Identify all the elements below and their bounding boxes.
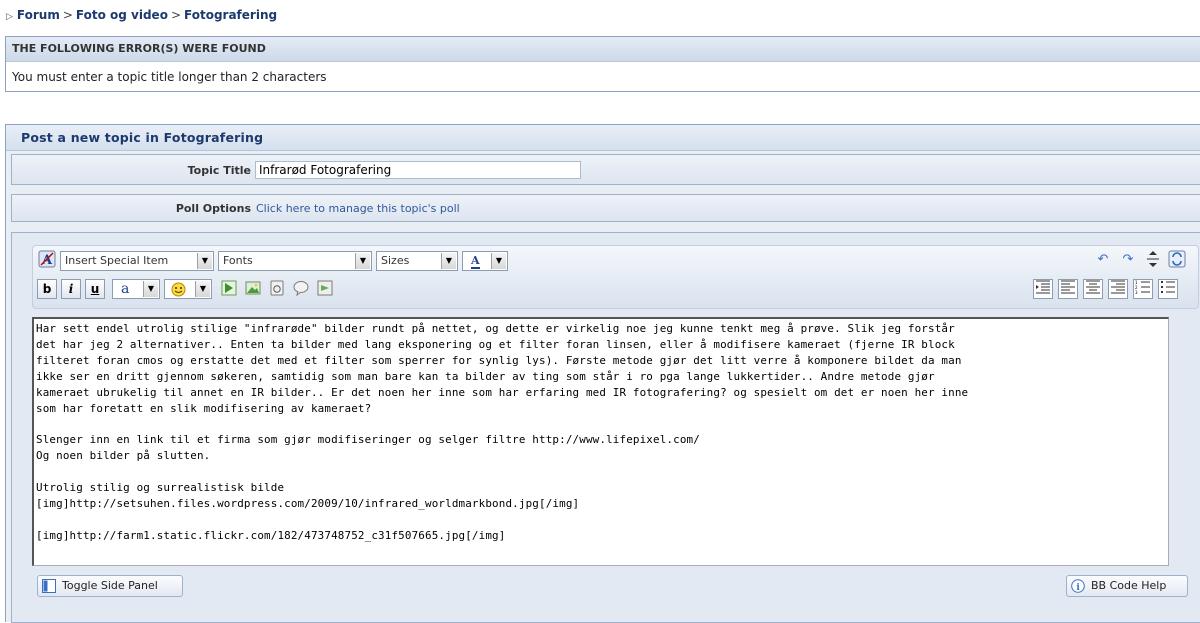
switch-editor-icon[interactable]: [1167, 250, 1187, 270]
sizes-value: Sizes: [381, 254, 410, 267]
panel-icon: [42, 579, 56, 593]
info-icon: i: [1071, 579, 1085, 593]
chevron-down-icon: ▼: [355, 253, 370, 269]
error-message: You must enter a topic title longer than…: [12, 70, 327, 84]
emoticon-select[interactable]: ▼: [164, 279, 212, 299]
redo-icon[interactable]: ↷: [1118, 250, 1138, 270]
breadcrumb-separator: >: [62, 8, 73, 22]
font-color-glyph: A: [471, 254, 480, 269]
breadcrumb: ▷ Forum > Foto og video > Fotografering: [6, 8, 277, 22]
chevron-down-icon: ▼: [441, 253, 456, 269]
numbered-list-icon[interactable]: 123: [1133, 279, 1153, 299]
resize-icon[interactable]: [1143, 250, 1163, 270]
manage-poll-link[interactable]: Click here to manage this topic's poll: [256, 202, 460, 215]
text-style-select[interactable]: a ▼: [112, 279, 160, 299]
breadcrumb-separator: >: [170, 8, 182, 22]
editor-toolbar: A Insert Special Item ▼ Fonts ▼ Sizes ▼ A ▼ …: [32, 245, 1199, 309]
insert-special-item-select[interactable]: Insert Special Item ▼: [60, 251, 214, 271]
chevron-down-icon: ▼: [197, 253, 212, 269]
insert-link-icon[interactable]: [219, 279, 239, 299]
font-color-select[interactable]: A ▼: [462, 251, 508, 271]
toggle-side-panel-label: Toggle Side Panel: [62, 579, 158, 592]
align-right-icon[interactable]: [1108, 279, 1128, 299]
breadcrumb-forum-link[interactable]: Forum: [17, 8, 60, 22]
svg-text:i: i: [1076, 583, 1080, 593]
align-left-icon[interactable]: [1058, 279, 1078, 299]
topic-title-input[interactable]: [255, 161, 581, 179]
bold-button[interactable]: b: [37, 279, 57, 299]
fonts-value: Fonts: [223, 254, 253, 267]
align-center-icon[interactable]: [1083, 279, 1103, 299]
post-editor: A Insert Special Item ▼ Fonts ▼ Sizes ▼ A ▼ …: [11, 232, 1200, 623]
underline-button[interactable]: u: [85, 279, 105, 299]
breadcrumb-foto-video-link[interactable]: Foto og video: [76, 8, 168, 22]
special-item-value: Insert Special Item: [65, 254, 169, 267]
svg-text:3: 3: [1135, 290, 1138, 294]
topic-title-label: Topic Title: [187, 164, 251, 177]
poll-options-row: Poll Options Click here to manage this t…: [11, 194, 1200, 222]
bb-code-help-label: BB Code Help: [1091, 579, 1167, 592]
error-box: THE FOLLOWING ERROR(S) WERE FOUND You mu…: [5, 36, 1200, 92]
breadcrumb-arrow-icon: ▷: [6, 12, 13, 22]
breadcrumb-fotografering-link[interactable]: Fotografering: [184, 8, 277, 22]
post-topic-panel: Post a new topic in Fotografering Topic …: [5, 124, 1200, 623]
topic-title-row: Topic Title: [11, 154, 1200, 185]
message-textarea[interactable]: Har sett endel utrolig stilige "infrarød…: [32, 317, 1169, 566]
insert-quote-icon[interactable]: [291, 279, 311, 299]
panel-title: Post a new topic in Fotografering: [6, 125, 1200, 151]
insert-code-icon[interactable]: [315, 279, 335, 299]
fonts-select[interactable]: Fonts ▼: [218, 251, 372, 271]
message-content: Har sett endel utrolig stilige "infrarød…: [36, 322, 969, 542]
insert-attachment-icon[interactable]: [267, 279, 287, 299]
bullet-list-icon[interactable]: [1158, 279, 1178, 299]
insert-image-icon[interactable]: [243, 279, 263, 299]
chevron-down-icon: ▼: [143, 281, 158, 297]
smiley-icon: [171, 282, 186, 296]
error-header: THE FOLLOWING ERROR(S) WERE FOUND: [6, 37, 1200, 62]
poll-options-label: Poll Options: [175, 202, 251, 215]
text-style-glyph: a: [121, 281, 130, 297]
bb-code-help-button[interactable]: i BB Code Help: [1066, 575, 1188, 597]
sizes-select[interactable]: Sizes ▼: [376, 251, 458, 271]
remove-format-icon[interactable]: A: [37, 250, 57, 270]
undo-icon[interactable]: ↶: [1093, 250, 1113, 270]
italic-button[interactable]: i: [61, 279, 81, 299]
chevron-down-icon: ▼: [195, 281, 210, 297]
outdent-icon[interactable]: [1033, 279, 1053, 299]
toggle-side-panel-button[interactable]: Toggle Side Panel: [37, 575, 183, 597]
chevron-down-icon: ▼: [491, 253, 506, 269]
